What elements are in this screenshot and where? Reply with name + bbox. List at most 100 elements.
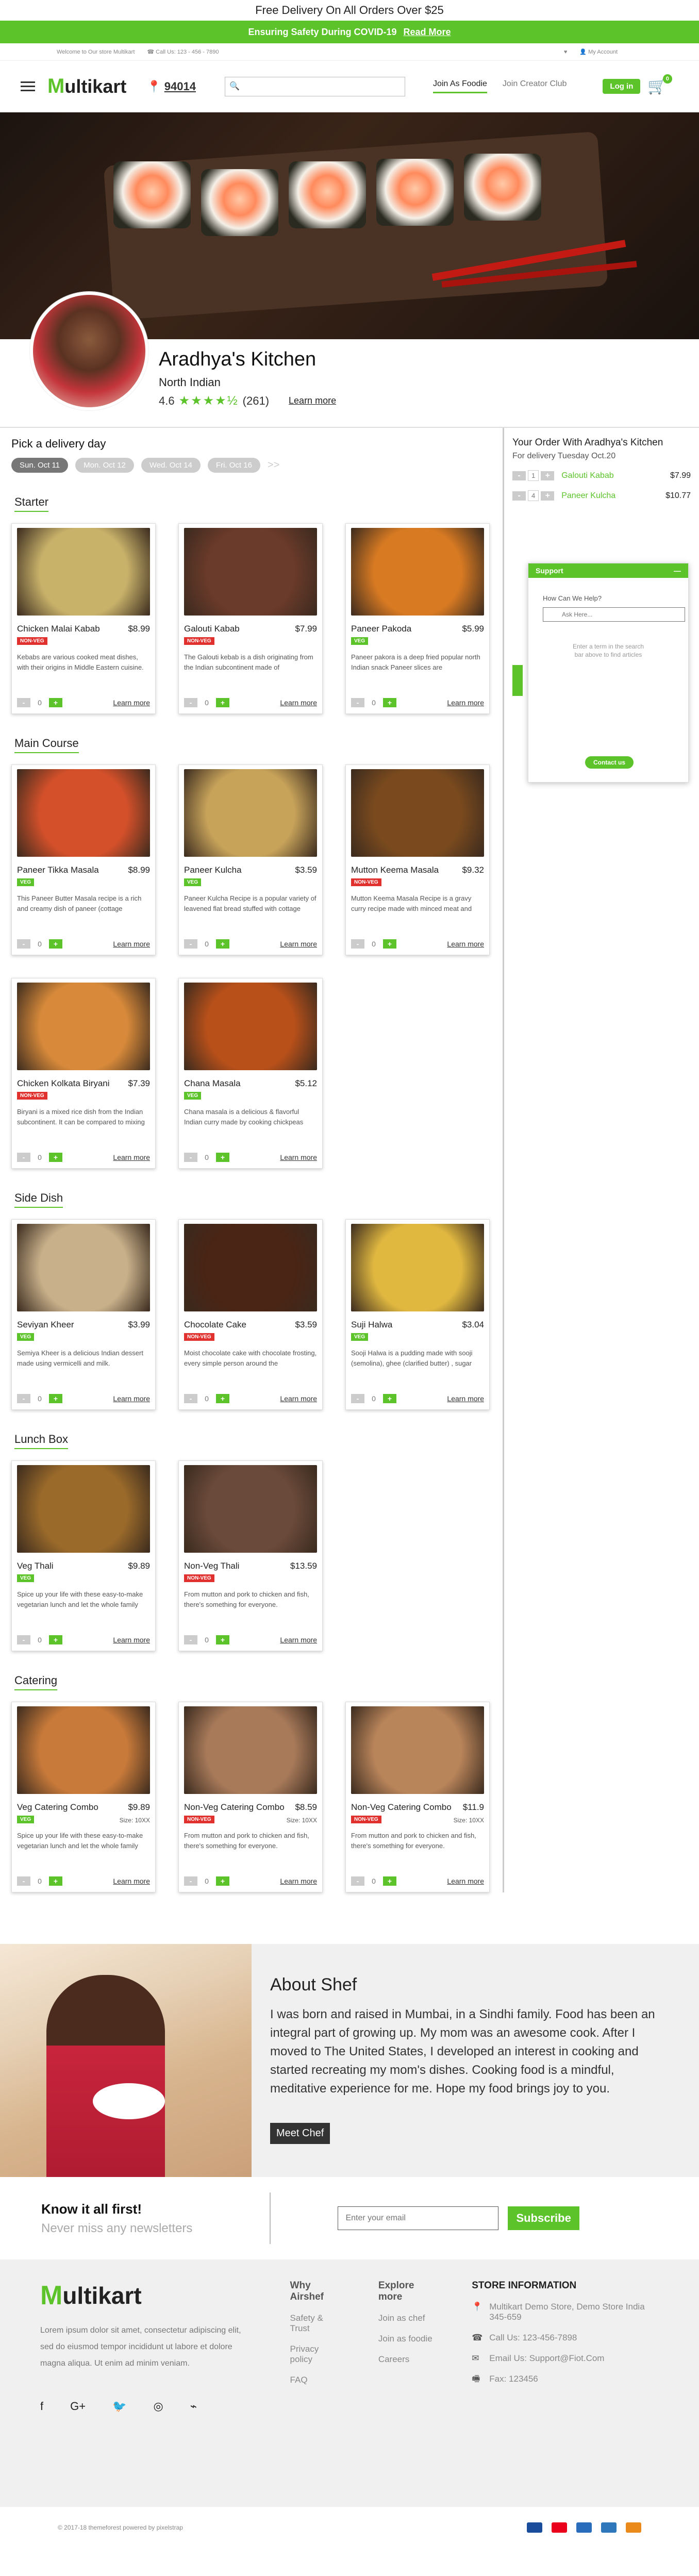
dish-card[interactable]: Suji Halwa $3.04 VEG Sooji Halwa is a puddi… <box>345 1219 490 1410</box>
increase-button[interactable]: + <box>49 1876 62 1886</box>
dish-card[interactable]: Veg Thali $9.89 VEG Spice up your life with… <box>11 1460 156 1651</box>
dish-card[interactable]: Paneer Tikka Masala $8.99 VEG This Paneer B… <box>11 765 156 955</box>
more-days-arrow[interactable]: >> <box>268 459 279 471</box>
nav-join-creator[interactable]: Join Creator Club <box>503 79 567 93</box>
subscribe-button[interactable]: Subscribe <box>508 2206 579 2230</box>
learn-more-link[interactable]: Learn more <box>113 1394 150 1403</box>
learn-more-link[interactable]: Learn more <box>280 1394 317 1403</box>
dish-card[interactable]: Paneer Kulcha $3.59 VEG Paneer Kulcha Recip… <box>178 765 323 955</box>
learn-more-link[interactable]: Learn more <box>113 699 150 707</box>
dish-card[interactable]: Chicken Malai Kabab $8.99 NON-VEG Kebabs ar… <box>11 523 156 714</box>
learn-more-link[interactable]: Learn more <box>447 940 484 948</box>
increase-button[interactable]: + <box>49 1153 62 1162</box>
learn-more-link[interactable]: Learn more <box>113 940 150 948</box>
learn-more-link[interactable]: Learn more <box>113 1153 150 1161</box>
dish-card[interactable]: Veg Catering Combo $9.89 VEG Size: 10XX Spic… <box>11 1702 156 1892</box>
dish-card[interactable]: Galouti Kabab $7.99 NON-VEG The Galouti keb… <box>178 523 323 714</box>
checkout-bar[interactable] <box>512 665 523 696</box>
facebook-icon[interactable]: f <box>40 2400 43 2413</box>
learn-more-link[interactable]: Learn more <box>113 1877 150 1885</box>
increase-button[interactable]: + <box>216 1153 229 1162</box>
nav-join-foodie[interactable]: Join As Foodie <box>432 79 487 93</box>
decrease-button[interactable]: - <box>351 698 364 707</box>
decrease-button[interactable]: - <box>17 1876 30 1886</box>
dish-card[interactable]: Non-Veg Catering Combo $8.59 NON-VEG Size: … <box>178 1702 323 1892</box>
increase-button[interactable]: + <box>383 1876 396 1886</box>
footer-logo[interactable]: Multikart <box>40 2280 254 2311</box>
day-option[interactable]: Fri. Oct 16 <box>207 458 260 473</box>
increase-button[interactable]: + <box>216 698 229 707</box>
decrease-button[interactable]: - <box>184 1635 197 1644</box>
learn-more-link[interactable]: Learn more <box>447 699 484 707</box>
decrease-button[interactable]: - <box>184 939 197 949</box>
decrease-button[interactable]: - <box>17 698 30 707</box>
learn-more-link[interactable]: Learn more <box>280 1153 317 1161</box>
decrease-button[interactable]: - <box>184 1394 197 1403</box>
increase-button[interactable]: + <box>541 491 555 501</box>
dish-card[interactable]: Chocolate Cake $3.59 NON-VEG Moist chocolat… <box>178 1219 323 1410</box>
search-input[interactable]: 🔍 <box>224 76 405 96</box>
decrease-button[interactable]: - <box>351 1394 364 1403</box>
day-option[interactable]: Mon. Oct 12 <box>75 458 134 473</box>
learn-more-link[interactable]: Learn more <box>113 1636 150 1644</box>
decrease-button[interactable]: - <box>17 1394 30 1403</box>
learn-more-link[interactable]: Learn more <box>280 1877 317 1885</box>
learn-more-link[interactable]: Learn more <box>280 1636 317 1644</box>
increase-button[interactable]: + <box>383 939 396 949</box>
footer-link[interactable]: Join as chef <box>378 2313 435 2323</box>
dish-card[interactable]: Seviyan Kheer $3.99 VEG Semiya Kheer is a d… <box>11 1219 156 1410</box>
dish-card[interactable]: Chana Masala $5.12 VEG Chana masala is a de… <box>178 978 323 1169</box>
learn-more-link[interactable]: Learn more <box>289 395 336 406</box>
increase-button[interactable]: + <box>49 1635 62 1644</box>
learn-more-link[interactable]: Learn more <box>447 1877 484 1885</box>
dish-card[interactable]: Paneer Pakoda $5.99 VEG Paneer pakora is a … <box>345 523 490 714</box>
minimize-icon[interactable]: — <box>674 563 681 578</box>
my-account-link[interactable]: 👤 My Account <box>579 48 630 55</box>
increase-button[interactable]: + <box>216 1876 229 1886</box>
decrease-button[interactable]: - <box>184 1876 197 1886</box>
logo[interactable]: Multikart <box>47 75 126 98</box>
increase-button[interactable]: + <box>383 1394 396 1403</box>
dish-card[interactable]: Non-Veg Thali $13.59 NON-VEG From mutton an… <box>178 1460 323 1651</box>
footer-link[interactable]: FAQ <box>290 2375 341 2385</box>
footer-link[interactable]: Join as foodie <box>378 2334 435 2344</box>
menu-icon[interactable] <box>21 79 35 94</box>
decrease-button[interactable]: - <box>351 1876 364 1886</box>
footer-link[interactable]: Safety & Trust <box>290 2313 341 2334</box>
dish-card[interactable]: Non-Veg Catering Combo $11.9 NON-VEG Size: … <box>345 1702 490 1892</box>
decrease-button[interactable]: - <box>17 939 30 949</box>
learn-more-link[interactable]: Learn more <box>280 940 317 948</box>
heart-icon[interactable]: ♥ <box>564 49 568 55</box>
twitter-icon[interactable]: 🐦 <box>112 2400 126 2413</box>
decrease-button[interactable]: - <box>184 698 197 707</box>
login-button[interactable]: Log in <box>603 79 641 94</box>
google-plus-icon[interactable]: G+ <box>70 2400 86 2413</box>
instagram-icon[interactable]: ◎ <box>154 2400 163 2413</box>
increase-button[interactable]: + <box>216 1635 229 1644</box>
learn-more-link[interactable]: Learn more <box>280 699 317 707</box>
location-zip[interactable]: 📍 94014 <box>147 80 196 93</box>
decrease-button[interactable]: - <box>512 491 526 501</box>
cart-icon[interactable]: 🛒 0 <box>647 74 672 95</box>
decrease-button[interactable]: - <box>512 471 526 480</box>
increase-button[interactable]: + <box>49 1394 62 1403</box>
footer-link[interactable]: Privacy policy <box>290 2344 341 2365</box>
rss-icon[interactable]: ⌁ <box>190 2400 197 2413</box>
footer-link[interactable]: Careers <box>378 2354 435 2365</box>
read-more-link[interactable]: Read More <box>404 27 451 37</box>
increase-button[interactable]: + <box>383 698 396 707</box>
increase-button[interactable]: + <box>216 1394 229 1403</box>
increase-button[interactable]: + <box>49 698 62 707</box>
meet-chef-button[interactable]: Meet Chef <box>270 2123 330 2144</box>
email-input[interactable] <box>338 2206 499 2230</box>
increase-button[interactable]: + <box>49 939 62 949</box>
contact-us-button[interactable]: Contact us <box>585 756 634 769</box>
decrease-button[interactable]: - <box>17 1153 30 1162</box>
decrease-button[interactable]: - <box>17 1635 30 1644</box>
learn-more-link[interactable]: Learn more <box>447 1394 484 1403</box>
dish-card[interactable]: Mutton Keema Masala $9.32 NON-VEG Mutton Ke… <box>345 765 490 955</box>
decrease-button[interactable]: - <box>351 939 364 949</box>
day-option[interactable]: Sun. Oct 11 <box>11 458 69 473</box>
support-search-input[interactable] <box>543 607 685 622</box>
decrease-button[interactable]: - <box>184 1153 197 1162</box>
